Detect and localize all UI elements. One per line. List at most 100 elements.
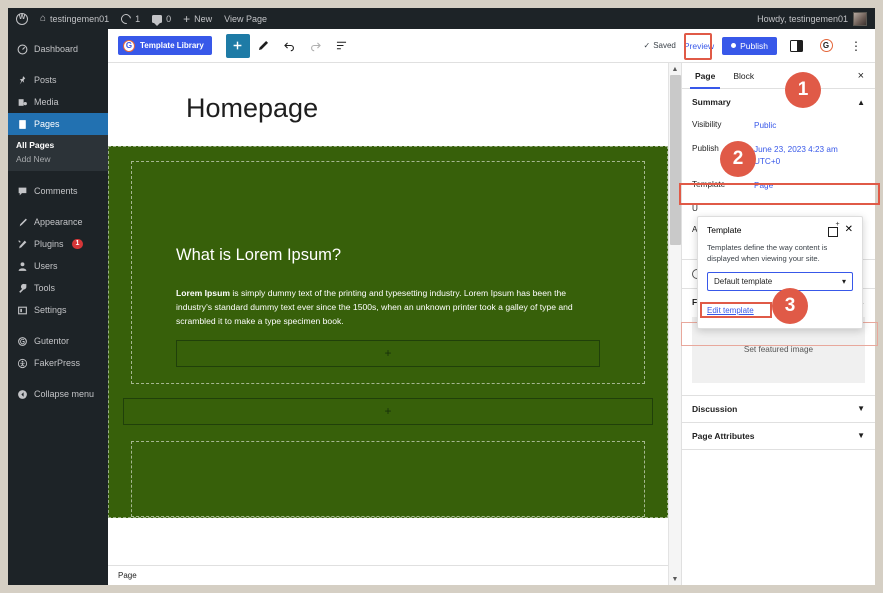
template-library-button[interactable]: G Template Library bbox=[118, 36, 212, 55]
editor-tool-group bbox=[226, 34, 354, 58]
tab-label: Page bbox=[695, 71, 715, 81]
refresh-icon bbox=[119, 12, 133, 26]
sidebar-label: Posts bbox=[34, 75, 57, 85]
settings-sidebar-toggle-button[interactable] bbox=[785, 35, 807, 57]
block-appender-outer[interactable]: + bbox=[123, 398, 653, 425]
summary-header[interactable]: Summary ▲ bbox=[682, 89, 875, 115]
tools-pencil-button[interactable] bbox=[252, 34, 276, 58]
template-select[interactable]: Default template ▾ bbox=[707, 272, 853, 291]
discussion-header[interactable]: Discussion ▼ bbox=[682, 396, 875, 422]
editor-options-button[interactable]: ⋮ bbox=[845, 35, 867, 57]
sidebar-item-plugins[interactable]: Plugins 1 bbox=[8, 233, 108, 255]
sidebar-item-all-pages[interactable]: All Pages bbox=[8, 138, 108, 152]
wrench-icon bbox=[16, 282, 28, 294]
sidebar-item-media[interactable]: Media bbox=[8, 91, 108, 113]
gutentor-icon bbox=[16, 335, 28, 347]
sidebar-item-dashboard[interactable]: Dashboard bbox=[8, 38, 108, 60]
heading-block[interactable]: What is Lorem Ipsum? bbox=[154, 176, 622, 287]
wp-logo-menu[interactable] bbox=[8, 8, 34, 29]
gutentor-icon: G bbox=[820, 39, 833, 52]
account-menu[interactable]: Howdy, testingemen01 bbox=[757, 12, 875, 26]
sidebar-item-gutentor[interactable]: Gutentor bbox=[8, 330, 108, 352]
canvas-scrollbar[interactable]: ▲ ▼ bbox=[668, 63, 681, 585]
publish-value[interactable]: June 23, 2023 4:23 am UTC+0 bbox=[754, 144, 865, 168]
pin-icon bbox=[16, 74, 28, 86]
breadcrumb[interactable]: Page bbox=[118, 571, 137, 580]
set-featured-image-label: Set featured image bbox=[744, 345, 813, 354]
scroll-up-arrow-icon[interactable]: ▲ bbox=[669, 63, 681, 75]
home-icon: ⌂ bbox=[40, 13, 46, 24]
editor-toolbar: G Template Library bbox=[108, 29, 875, 63]
tab-label: Block bbox=[733, 71, 754, 81]
new-content-menu[interactable]: + New bbox=[177, 8, 218, 29]
close-icon[interactable]: ✕ bbox=[845, 225, 853, 235]
tab-page[interactable]: Page bbox=[686, 63, 724, 89]
next-group-block[interactable] bbox=[131, 441, 645, 517]
submenu-label: All Pages bbox=[16, 140, 54, 150]
discussion-title: Discussion bbox=[692, 404, 737, 414]
sidebar-label: Gutentor bbox=[34, 336, 69, 346]
comments-menu[interactable]: 0 bbox=[146, 8, 177, 29]
publish-row[interactable]: Publish June 23, 2023 4:23 am UTC+0 bbox=[682, 139, 875, 175]
inner-group-block[interactable]: What is Lorem Ipsum? Lorem Ipsum is simp… bbox=[131, 161, 645, 384]
page-icon bbox=[16, 118, 28, 130]
step-badge-2: 2 bbox=[720, 141, 756, 177]
editor-canvas[interactable]: Homepage What is Lorem Ipsum? Lorem Ipsu… bbox=[108, 63, 668, 585]
page-attributes-header[interactable]: Page Attributes ▼ bbox=[682, 423, 875, 449]
sidebar-item-posts[interactable]: Posts bbox=[8, 69, 108, 91]
content-group-block[interactable]: What is Lorem Ipsum? Lorem Ipsum is simp… bbox=[108, 146, 668, 518]
pages-submenu: All Pages Add New bbox=[8, 135, 108, 171]
sidebar-item-collapse-menu[interactable]: Collapse menu bbox=[8, 383, 108, 405]
redo-button[interactable] bbox=[304, 34, 328, 58]
sidebar-item-comments[interactable]: Comments bbox=[8, 180, 108, 202]
sidebar-label: Appearance bbox=[34, 217, 83, 227]
media-icon bbox=[16, 96, 28, 108]
publish-button[interactable]: Publish bbox=[722, 37, 777, 55]
updates-menu[interactable]: 1 bbox=[115, 8, 146, 29]
comments-count: 0 bbox=[166, 14, 171, 24]
template-popover-title: Template bbox=[707, 225, 742, 235]
editor-toolbar-right: ✓ Saved Preview Publish G ⋮ bbox=[643, 35, 875, 57]
paragraph-block[interactable]: Lorem Ipsum is simply dummy text of the … bbox=[154, 287, 622, 340]
saved-label: Saved bbox=[653, 41, 676, 50]
plugins-update-badge: 1 bbox=[72, 239, 84, 249]
tab-block[interactable]: Block bbox=[724, 63, 763, 89]
add-block-button[interactable] bbox=[226, 34, 250, 58]
sidebar-label: Pages bbox=[34, 119, 60, 129]
view-page-link[interactable]: View Page bbox=[218, 8, 273, 29]
visibility-value[interactable]: Public bbox=[754, 120, 776, 132]
gutentor-toolbar-button[interactable]: G bbox=[815, 35, 837, 57]
sidebar-label: Media bbox=[34, 97, 59, 107]
publish-label: Publish bbox=[740, 41, 768, 51]
sidebar-item-users[interactable]: Users bbox=[8, 255, 108, 277]
discussion-section[interactable]: Discussion ▼ bbox=[682, 396, 875, 423]
block-appender-inner[interactable]: + bbox=[176, 340, 600, 367]
scroll-down-arrow-icon[interactable]: ▼ bbox=[669, 573, 681, 585]
page-title[interactable]: Homepage bbox=[108, 63, 668, 146]
scrollbar-thumb[interactable] bbox=[670, 75, 681, 245]
site-name-menu[interactable]: ⌂ testingemen01 bbox=[34, 8, 115, 29]
add-template-icon[interactable] bbox=[828, 225, 838, 235]
submenu-label: Add New bbox=[16, 154, 51, 164]
wordpress-page-editor: ⌂ testingemen01 1 0 + New View Page Howd… bbox=[0, 0, 883, 593]
page-attributes-section[interactable]: Page Attributes ▼ bbox=[682, 423, 875, 450]
visibility-row[interactable]: Visibility Public bbox=[682, 115, 875, 139]
sidebar-item-tools[interactable]: Tools bbox=[8, 277, 108, 299]
settings-sidebar-icon bbox=[790, 40, 803, 52]
sidebar-item-add-new[interactable]: Add New bbox=[8, 152, 108, 166]
check-icon: ✓ bbox=[643, 41, 650, 50]
undo-button[interactable] bbox=[278, 34, 302, 58]
sidebar-item-settings[interactable]: Settings bbox=[8, 299, 108, 321]
highlight-template-row bbox=[679, 183, 880, 205]
howdy-label: Howdy, testingemen01 bbox=[757, 14, 848, 24]
list-view-button[interactable] bbox=[330, 34, 354, 58]
close-settings-button[interactable]: × bbox=[858, 70, 871, 82]
sidebar-item-fakerpress[interactable]: FakerPress bbox=[8, 352, 108, 374]
dot-icon bbox=[731, 43, 736, 48]
sidebar-item-pages[interactable]: Pages bbox=[8, 113, 108, 135]
paragraph-text: is simply dummy text of the printing and… bbox=[176, 288, 573, 326]
settings-icon bbox=[16, 304, 28, 316]
brush-icon bbox=[16, 216, 28, 228]
kebab-menu-icon: ⋮ bbox=[850, 40, 862, 52]
sidebar-item-appearance[interactable]: Appearance bbox=[8, 211, 108, 233]
